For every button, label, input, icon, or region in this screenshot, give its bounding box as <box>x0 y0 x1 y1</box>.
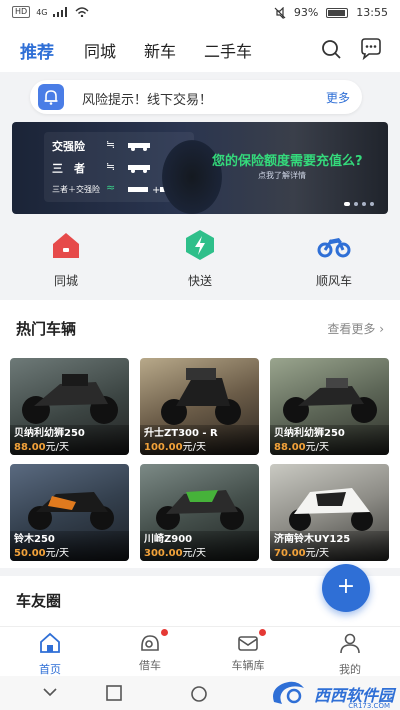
watermark: 西西软件园 CR173.COM <box>268 680 394 710</box>
envelope-icon <box>236 629 266 655</box>
back-icon[interactable] <box>42 686 58 698</box>
recents-icon[interactable] <box>106 685 122 701</box>
section-title: 热门车辆 <box>16 320 77 338</box>
wifi-icon <box>75 7 89 17</box>
notice-text: 风险提示！线下交易！ <box>82 93 213 108</box>
vehicle-card[interactable]: 济南铃木UY125 70.00元/天 <box>270 464 389 561</box>
nav-profile[interactable]: 我的 <box>320 631 380 677</box>
vehicle-name: 济南铃木UY125 <box>274 534 351 545</box>
section-title: 车友圈 <box>16 592 62 610</box>
svg-text:+: + <box>152 185 160 196</box>
motorcycle-photo <box>289 488 373 531</box>
status-bar: HD 4G 93% 13:55 <box>0 0 400 26</box>
nav-profile-label: 我的 <box>339 663 361 676</box>
vehicle-price: 88.00元/天 <box>14 442 70 453</box>
tab-used-cars[interactable]: 二手车 <box>204 38 252 62</box>
message-icon[interactable] <box>358 36 384 62</box>
nav-vehicle-library-label: 车辆库 <box>231 659 265 672</box>
motorcycle-icon <box>317 238 351 258</box>
mute-icon <box>274 6 286 19</box>
vehicle-name: 升士ZT300 - R <box>144 428 218 439</box>
nav-vehicle-library[interactable]: 车辆库 <box>218 629 278 673</box>
tab-new-cars[interactable]: 新车 <box>144 38 176 62</box>
quick-local[interactable]: 同城 <box>26 228 106 289</box>
vehicle-name: 铃木250 <box>14 534 55 545</box>
motorcycle-photo <box>156 490 244 530</box>
car-icon <box>128 143 150 151</box>
bell-icon <box>38 84 64 110</box>
signal-icon <box>53 7 68 17</box>
insurance-banner[interactable]: 交强险 三 者 三者＋交强险 ≒ ≒ ≈ + 您的保险额度需要充值么? 点我了解… <box>12 122 388 214</box>
vehicle-name: 贝纳利幼狮250 <box>274 428 345 439</box>
home-icon <box>40 632 60 653</box>
nav-home-label: 首页 <box>39 663 61 676</box>
battery-icon <box>326 7 349 18</box>
motorcycle-photo <box>28 492 114 530</box>
battery-percent: 93% <box>293 6 319 19</box>
quick-local-label: 同城 <box>53 274 78 288</box>
nav-borrow-label: 借车 <box>139 659 161 672</box>
vehicle-name: 贝纳利幼狮250 <box>14 428 85 439</box>
vehicle-price: 70.00元/天 <box>274 548 330 559</box>
motorcycle-photo <box>22 374 118 424</box>
risk-notice[interactable]: 风险提示！线下交易！ 更多 <box>30 80 362 114</box>
vehicle-price: 88.00元/天 <box>274 442 330 453</box>
notification-badge <box>259 629 266 636</box>
nav-home[interactable]: 首页 <box>20 631 80 677</box>
motorcycle-photo <box>161 368 241 425</box>
approx-icon: ≒ <box>106 138 116 151</box>
lightning-icon <box>186 230 214 260</box>
vehicle-card[interactable]: 川崎Z900 300.00元/天 <box>140 464 259 561</box>
vehicle-name: 川崎Z900 <box>144 534 193 545</box>
add-button[interactable]: + <box>322 564 370 612</box>
see-more-link[interactable]: 查看更多 › <box>327 320 384 337</box>
system-nav-bar: 西西软件园 CR173.COM <box>0 676 400 710</box>
watermark-domain: CR173.COM <box>348 702 390 710</box>
banner-headline: 您的保险额度需要充值么? <box>212 154 363 169</box>
helmet-icon <box>138 629 168 655</box>
quick-express[interactable]: 快送 <box>160 228 240 289</box>
banner-subtext: 点我了解详情 <box>258 171 306 180</box>
vehicle-card[interactable]: 升士ZT300 - R 100.00元/天 <box>140 358 259 455</box>
approx-icon: ≈ <box>106 181 116 194</box>
banner-row-2: 三 者 <box>52 162 85 175</box>
vehicle-card[interactable]: 铃木250 50.00元/天 <box>10 464 129 561</box>
approx-icon: ≒ <box>106 160 116 173</box>
quick-rideshare-label: 顺风车 <box>315 274 352 288</box>
hot-vehicles-section: 热门车辆 查看更多 › 贝纳利幼狮250 88.00元/天 升士ZT300 - … <box>0 300 400 568</box>
clock: 13:55 <box>356 6 388 19</box>
bottom-nav: 首页 借车 车辆库 我的 <box>0 626 400 676</box>
vehicle-price: 300.00元/天 <box>144 548 206 559</box>
watermark-logo <box>272 681 304 704</box>
user-icon <box>340 633 360 654</box>
chevron-right-icon: › <box>379 322 384 336</box>
carousel-dots <box>344 202 374 206</box>
top-nav: 推荐 同城 新车 二手车 <box>0 26 400 72</box>
quick-express-label: 快送 <box>187 274 212 288</box>
nav-borrow[interactable]: 借车 <box>120 629 180 673</box>
car-icon <box>128 165 150 173</box>
banner-row-1: 交强险 <box>52 140 85 153</box>
tab-recommend[interactable]: 推荐 <box>20 38 54 63</box>
network-label: 4G <box>36 7 48 17</box>
notice-more-link[interactable]: 更多 <box>326 89 350 106</box>
carrier-tag: HD <box>12 6 31 18</box>
home-icon <box>53 233 79 258</box>
quick-links: 同城 快送 顺风车 <box>0 222 400 292</box>
banner-row-3: 三者＋交强险 <box>52 185 100 194</box>
search-icon[interactable] <box>318 36 344 62</box>
vehicle-price: 50.00元/天 <box>14 548 70 559</box>
tab-local[interactable]: 同城 <box>84 38 116 62</box>
vehicle-price: 100.00元/天 <box>144 442 206 453</box>
notification-badge <box>161 629 168 636</box>
motorcycle-photo <box>283 378 377 423</box>
vehicle-card[interactable]: 贝纳利幼狮250 88.00元/天 <box>10 358 129 455</box>
home-button-icon[interactable] <box>190 685 208 703</box>
quick-rideshare[interactable]: 顺风车 <box>294 228 374 289</box>
vehicle-card[interactable]: 贝纳利幼狮250 88.00元/天 <box>270 358 389 455</box>
